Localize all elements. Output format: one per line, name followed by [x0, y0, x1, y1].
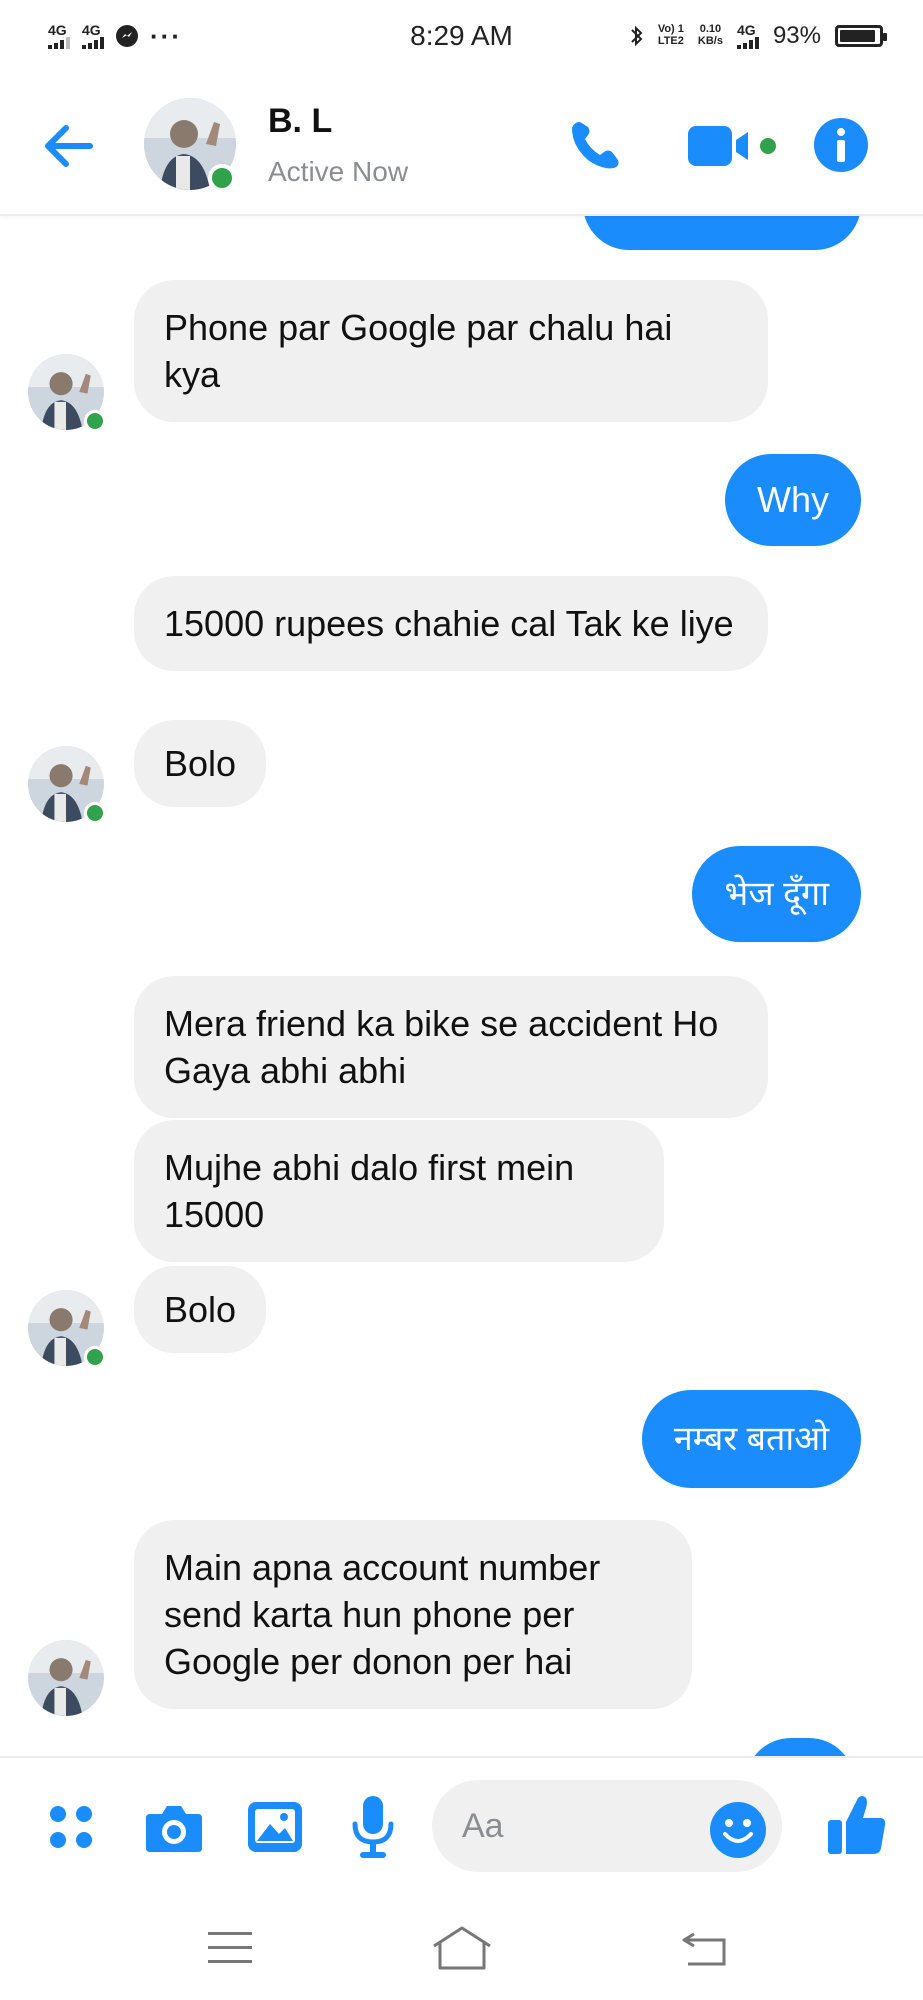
message-text: Phone par Google par chalu hai kya [164, 307, 673, 395]
system-navigation-bar [0, 1894, 923, 2000]
message-list[interactable]: Phone par Google par chalu hai kya Why 1… [0, 216, 923, 1756]
bluetooth-icon [631, 25, 643, 47]
message-text: 15000 rupees chahie cal Tak ke liye [164, 603, 734, 644]
online-status-dot [208, 164, 236, 192]
message-text: Main apna account number send karta hun … [164, 1547, 601, 1682]
back-arrow-icon[interactable] [38, 118, 98, 174]
speed-unit: KB/s [697, 35, 723, 47]
message-text: Mera friend ka bike se accident Ho Gaya … [164, 1003, 719, 1091]
message-received[interactable]: Bolo [134, 1266, 267, 1353]
image-icon[interactable] [246, 1800, 304, 1854]
thumbs-up-icon[interactable] [826, 1792, 888, 1856]
network-speed: 0.10 KB/s [698, 24, 723, 47]
battery-icon [835, 25, 887, 47]
signal-bars-icon [48, 37, 70, 49]
status-left: 4G 4G ··· [48, 21, 348, 52]
message-text: Bolo [164, 743, 237, 784]
message-received[interactable]: Phone par Google par chalu hai kya [134, 280, 768, 422]
presence-status: Active Now [268, 156, 409, 187]
battery-percent: 93% [772, 22, 821, 49]
sender-avatar[interactable] [28, 354, 106, 432]
sender-avatar[interactable] [28, 746, 106, 824]
camera-icon[interactable] [144, 1800, 204, 1854]
phone-icon[interactable] [566, 116, 624, 174]
microphone-icon[interactable] [350, 1794, 396, 1860]
message-received[interactable]: Bolo [134, 720, 267, 807]
message-received[interactable]: Main apna account number send karta hun … [134, 1520, 692, 1709]
message-text: Mujhe abhi dalo first mein 15000 [164, 1147, 575, 1235]
signal-2: 4G [82, 23, 104, 49]
message-received[interactable]: Mujhe abhi dalo first mein 15000 [134, 1120, 664, 1262]
message-composer [0, 1756, 923, 1894]
sender-avatar[interactable] [28, 1290, 106, 1368]
avatar-photo [28, 1640, 104, 1716]
message-sent[interactable]: नम्बर बताओ [641, 1390, 861, 1488]
info-icon[interactable] [812, 116, 870, 174]
online-status-dot [84, 410, 106, 432]
message-text: नम्बर बताओ [673, 1420, 829, 1458]
message-text: Why [757, 479, 829, 520]
message-received[interactable]: Mera friend ka bike se accident Ho Gaya … [134, 976, 768, 1118]
message-text: Bolo [164, 1289, 237, 1330]
menu-grid-icon[interactable] [46, 1802, 96, 1852]
network-type-3: 4G [736, 22, 756, 38]
volte-indicator: Vo) 1 LTE2 [658, 24, 684, 47]
message-received[interactable]: 15000 rupees chahie cal Tak ke liye [134, 576, 768, 671]
more-notifications-icon: ··· [150, 20, 182, 51]
status-bar: 4G 4G ··· 8:29 AM Vo) 1 LTE2 0.10 KB/s 4… [0, 0, 923, 72]
partial-sent-bubble [583, 216, 861, 250]
home-icon[interactable] [430, 1924, 494, 1972]
signal-1: 4G [48, 23, 70, 49]
contact-name[interactable]: B. L [268, 102, 332, 141]
message-text: भेज दूँगा [724, 875, 829, 913]
status-right: Vo) 1 LTE2 0.10 KB/s 4G 93% [630, 22, 887, 50]
messenger-notification-icon [116, 25, 138, 47]
signal-3: 4G [736, 22, 759, 49]
video-camera-icon[interactable] [686, 120, 782, 172]
partial-sent-bubble [745, 1738, 855, 1756]
signal-bars-icon [82, 37, 104, 49]
network-type-1: 4G [48, 22, 67, 38]
online-status-dot [84, 802, 106, 824]
menu-lines-icon[interactable] [206, 1928, 254, 1968]
sender-avatar[interactable] [28, 1640, 104, 1716]
online-status-dot [84, 1346, 106, 1368]
message-sent[interactable]: भेज दूँगा [692, 846, 861, 942]
volte-line-2: LTE2 [657, 35, 684, 47]
signal-bars-icon [736, 37, 759, 49]
back-nav-icon[interactable] [680, 1928, 728, 1968]
conversation-header: B. L Active Now [0, 72, 923, 216]
message-sent[interactable]: Why [725, 454, 861, 546]
network-type-2: 4G [82, 22, 101, 38]
emoji-icon[interactable] [708, 1800, 768, 1860]
message-input[interactable] [462, 1802, 692, 1850]
